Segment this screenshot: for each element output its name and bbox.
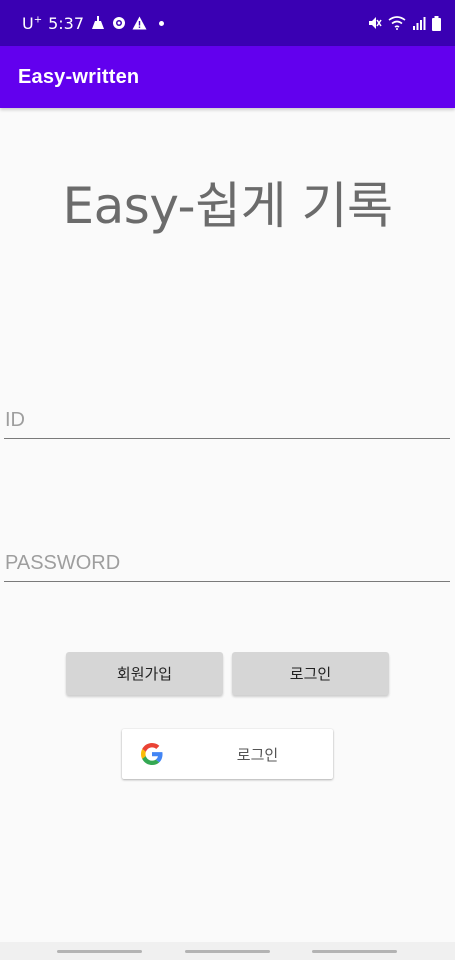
app-bar: Easy-written [0,46,455,108]
google-login-button[interactable]: 로그인 [122,729,333,779]
notification-dot-icon [159,20,165,26]
navigation-bar [0,942,455,960]
cleaning-icon [90,16,106,30]
wifi-icon [388,16,406,30]
carrier-label: U+ [22,13,43,33]
status-left: U+ 5:37 [22,13,165,33]
google-logo-icon [141,743,163,765]
id-field-container [4,395,450,439]
password-field-container [4,538,450,582]
warning-icon [132,16,147,30]
status-time: 5:37 [48,13,85,33]
page-title: Easy-쉽게 기록 [62,177,393,235]
google-login-label: 로그인 [236,745,279,764]
status-right [368,15,441,31]
login-button[interactable]: 로그인 [232,652,389,695]
password-input[interactable] [4,538,450,581]
id-input[interactable] [4,395,450,438]
signup-button[interactable]: 회원가입 [66,652,223,695]
nav-recents-handle[interactable] [57,950,142,953]
nav-home-handle[interactable] [185,950,270,953]
login-screen: U+ 5:37 Easy-written Easy-쉽게 기록 ID 회원가입 … [0,0,455,960]
nav-back-handle[interactable] [312,950,397,953]
battery-icon [432,15,441,31]
signal-icon [412,16,426,30]
status-bar: U+ 5:37 [0,0,455,46]
app-title: Easy-written [18,65,140,88]
mute-icon [368,16,382,30]
recording-icon [112,16,126,30]
